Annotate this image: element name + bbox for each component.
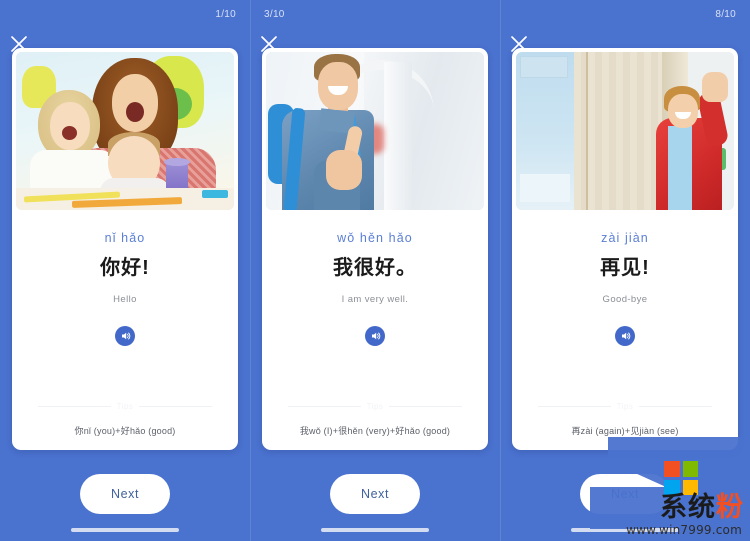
pinyin-text: zài jiàn bbox=[601, 231, 649, 245]
translation-text: Good-bye bbox=[602, 293, 648, 305]
flashcard-screens: 1/10 nǐ hǎo 你好! Hello Tips 你nǐ (you)+好hǎ… bbox=[0, 0, 750, 541]
close-icon[interactable] bbox=[8, 33, 30, 55]
close-icon[interactable] bbox=[508, 33, 530, 55]
tips-label: Tips bbox=[616, 402, 634, 411]
screen-1: 1/10 nǐ hǎo 你好! Hello Tips 你nǐ (you)+好hǎ… bbox=[0, 0, 250, 541]
tips-label: Tips bbox=[116, 402, 134, 411]
translation-text: I am very well. bbox=[341, 293, 409, 305]
tips-separator: Tips bbox=[512, 402, 738, 411]
card-photo bbox=[516, 52, 734, 210]
flashcard[interactable]: wǒ hěn hǎo 我很好。 I am very well. Tips 我wǒ… bbox=[262, 48, 488, 450]
page-counter: 1/10 bbox=[215, 9, 236, 20]
translation-text: Hello bbox=[113, 293, 137, 305]
home-indicator bbox=[321, 528, 429, 532]
tips-section: Tips 再zài (again)+见jiàn (see) bbox=[512, 402, 738, 450]
pinyin-text: nǐ hǎo bbox=[104, 231, 146, 245]
page-counter: 3/10 bbox=[264, 9, 285, 20]
tips-section: Tips 你nǐ (you)+好hǎo (good) bbox=[12, 402, 238, 450]
home-indicator bbox=[571, 528, 679, 532]
next-button[interactable]: Next bbox=[80, 474, 170, 514]
hanzi-text: 我很好。 bbox=[333, 256, 417, 279]
play-audio-button[interactable] bbox=[365, 326, 385, 346]
tips-text: 再zài (again)+见jiàn (see) bbox=[571, 426, 679, 436]
next-button[interactable]: Next bbox=[580, 474, 670, 514]
flashcard[interactable]: nǐ hǎo 你好! Hello Tips 你nǐ (you)+好hǎo (go… bbox=[12, 48, 238, 450]
card-body: wǒ hěn hǎo 我很好。 I am very well. Tips 我wǒ… bbox=[262, 210, 488, 450]
card-photo bbox=[266, 52, 484, 210]
tips-text: 我wǒ (I)+很hěn (very)+好hǎo (good) bbox=[299, 426, 451, 436]
tips-text: 你nǐ (you)+好hǎo (good) bbox=[74, 426, 176, 436]
tips-section: Tips 我wǒ (I)+很hěn (very)+好hǎo (good) bbox=[262, 402, 488, 450]
hanzi-text: 你好! bbox=[100, 256, 150, 279]
sound-wave-icon bbox=[122, 332, 131, 340]
play-audio-button[interactable] bbox=[615, 326, 635, 346]
home-indicator bbox=[71, 528, 179, 532]
sound-wave-icon bbox=[622, 332, 631, 340]
screen-3: 8/10 zài jiàn 再见! Good-bye Tips 再zài (ag… bbox=[500, 0, 750, 541]
tips-separator: Tips bbox=[262, 402, 488, 411]
tips-separator: Tips bbox=[12, 402, 238, 411]
page-counter: 8/10 bbox=[715, 9, 736, 20]
tips-label: Tips bbox=[366, 402, 384, 411]
screen-2: 3/10 wǒ hěn hǎo 我很好。 I am very well. Tip… bbox=[250, 0, 500, 541]
sound-wave-icon bbox=[372, 332, 381, 340]
flashcard[interactable]: zài jiàn 再见! Good-bye Tips 再zài (again)+… bbox=[512, 48, 738, 450]
next-button[interactable]: Next bbox=[330, 474, 420, 514]
close-icon[interactable] bbox=[258, 33, 280, 55]
pinyin-text: wǒ hěn hǎo bbox=[337, 231, 413, 245]
card-photo bbox=[16, 52, 234, 210]
play-audio-button[interactable] bbox=[115, 326, 135, 346]
card-body: nǐ hǎo 你好! Hello Tips 你nǐ (you)+好hǎo (go… bbox=[12, 210, 238, 450]
hanzi-text: 再见! bbox=[600, 256, 650, 279]
card-body: zài jiàn 再见! Good-bye Tips 再zài (again)+… bbox=[512, 210, 738, 450]
